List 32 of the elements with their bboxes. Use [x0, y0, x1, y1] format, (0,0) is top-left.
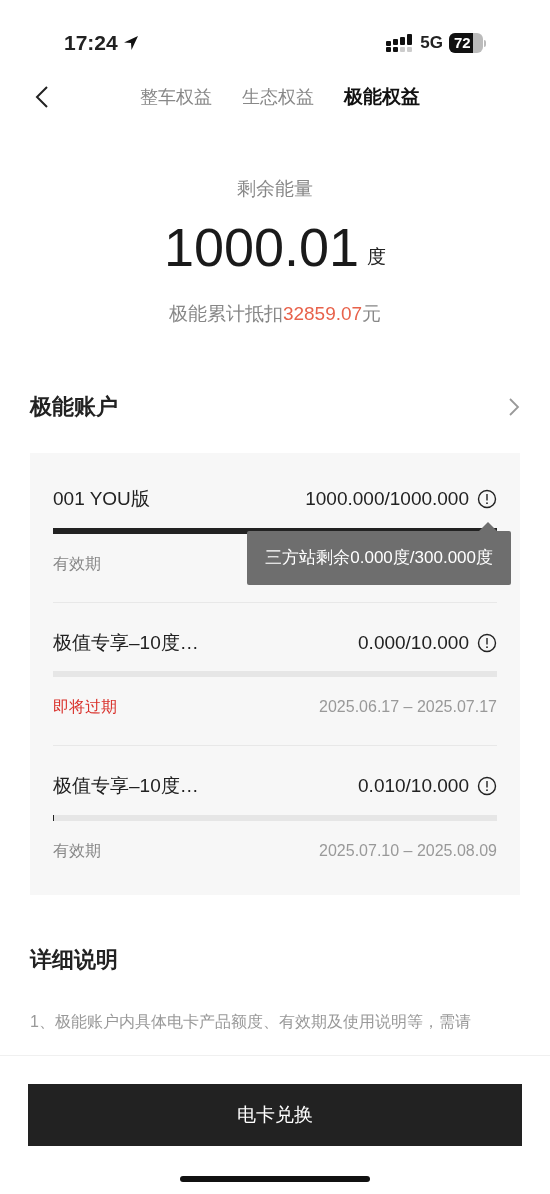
status-time: 17:24 — [64, 30, 118, 57]
tab[interactable]: 整车权益 — [140, 82, 212, 112]
validity-dates: 2025.06.17 – 2025.07.17 — [319, 697, 497, 717]
energy-unit: 度 — [367, 245, 387, 269]
section-title: 详细说明 — [28, 945, 119, 974]
info-icon[interactable] — [477, 489, 497, 510]
product-name: 001 YOU版 — [53, 487, 150, 511]
network-label: 5G — [420, 32, 443, 55]
validity-dates: 2025.07.10 – 2025.08.09 — [319, 840, 497, 861]
tab[interactable]: 极能权益 — [344, 82, 420, 112]
exchange-button[interactable]: 电卡兑换 — [28, 1084, 522, 1146]
tab[interactable]: 生态权益 — [242, 82, 314, 112]
info-icon[interactable] — [477, 776, 497, 797]
product-amount: 0.000/10.000 — [358, 630, 469, 655]
product-name: 极值专享–10度… — [53, 774, 199, 798]
location-arrow-icon — [121, 34, 140, 52]
deduction-text: 极能累计抵扣32859.07元 — [168, 301, 382, 326]
chevron-right-icon[interactable] — [508, 396, 520, 417]
info-icon[interactable] — [477, 632, 497, 653]
instructions-text: 1、极能账户内具体电卡产品额度、有效期及使用说明等，需请 — [29, 1011, 472, 1032]
validity-label: 有效期 — [53, 840, 101, 861]
signal-icon — [386, 34, 415, 52]
validity-label: 有效期 — [53, 553, 101, 574]
remaining-energy-label: 剩余能量 — [237, 177, 313, 201]
product-amount: 0.010/10.000 — [358, 774, 469, 798]
battery-icon: 72 — [449, 33, 486, 53]
tooltip: 三方站剩余0.000度/300.000度 — [247, 522, 511, 585]
validity-label: 即将过期 — [53, 697, 117, 717]
section-title: 极能账户 — [30, 393, 118, 421]
product-name: 极值专享–10度… — [53, 630, 199, 655]
product-amount: 1000.000/1000.000 — [305, 487, 469, 511]
energy-value: 1000.01 — [163, 217, 360, 276]
